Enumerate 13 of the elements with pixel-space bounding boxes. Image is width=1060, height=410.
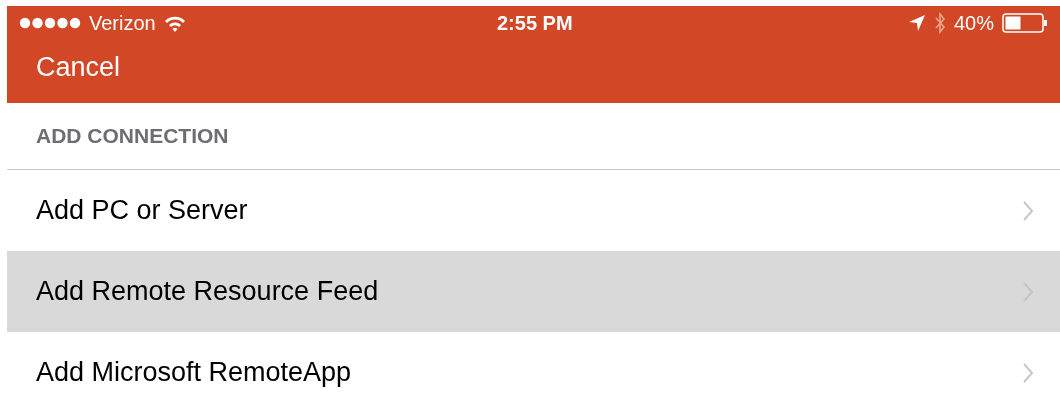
chevron-icon: [1022, 199, 1034, 222]
section-header: ADD CONNECTION: [36, 124, 229, 148]
chevron-icon: [1022, 361, 1034, 384]
signal-icon: [19, 17, 81, 29]
status-time: 2:55 PM: [497, 12, 573, 35]
location-arrow-icon: [907, 14, 926, 32]
battery-icon: [1002, 13, 1048, 33]
battery-percent: 40%: [953, 11, 994, 35]
carrier-name: Verizon: [89, 11, 156, 35]
wifi-icon: [163, 14, 186, 32]
list-item[interactable]: Add Remote Resource Feed: [7, 251, 1060, 332]
bluetooth-icon: [933, 12, 946, 34]
cancel-button[interactable]: Cancel: [7, 52, 121, 83]
